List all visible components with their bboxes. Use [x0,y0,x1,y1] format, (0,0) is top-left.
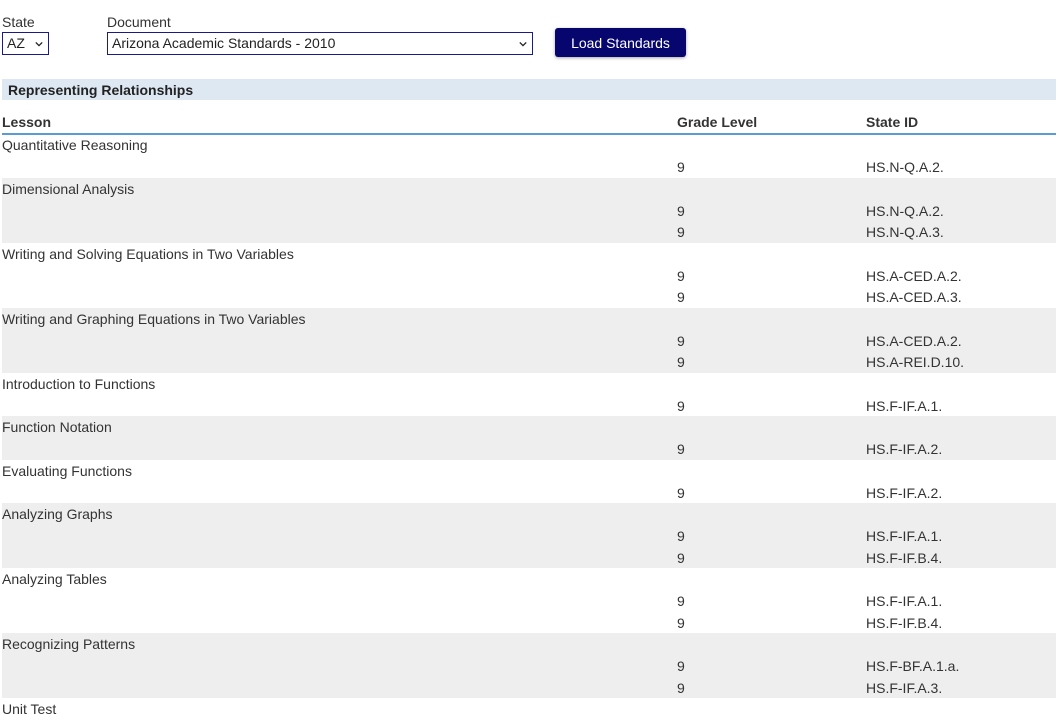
table-header: Lesson Grade Level State ID [2,112,1056,135]
column-header-state-id: State ID [866,114,919,130]
standard-row: 9 HS.F-IF.B.4. [2,612,1056,634]
lesson-group: Function Notation 9 HS.F-IF.A.2. [2,416,1056,460]
standard-row: 9 HS.F-IF.A.2. [2,482,1056,504]
standard-row: 9 HS.F-IF.A.1. [2,395,1056,417]
lesson-group: Writing and Graphing Equations in Two Va… [2,307,1056,373]
grade-level-cell: 9 [677,159,685,175]
state-id-cell: HS.F-IF.A.2. [866,441,943,457]
state-id-cell: HS.A-CED.A.2. [866,267,962,284]
lesson-title: Quantitative Reasoning [2,137,148,153]
document-select-value: Arizona Academic Standards - 2010 [112,35,336,51]
column-header-lesson: Lesson [2,114,52,130]
document-label: Document [107,14,171,30]
grade-level-cell: 9 [677,658,685,674]
state-id-cell: HS.A-CED.A.3. [866,289,962,305]
grade-level-cell: 9 [677,549,685,566]
lesson-title: Function Notation [2,419,112,435]
column-header-grade-level: Grade Level [677,114,758,130]
document-select[interactable]: Arizona Academic Standards - 2010 [107,32,533,55]
grade-level-cell: 9 [677,679,685,696]
lesson-group: Analyzing Graphs 9 HS.F-IF.A.1. 9 HS.F-IF.B.… [2,503,1056,568]
state-id-cell: HS.F-BF.A.1.a. [866,658,960,674]
state-label: State [2,14,35,30]
state-id-cell: HS.N-Q.A.3. [866,224,944,240]
lesson-group: Evaluating Functions 9 HS.F-IF.A.2. [2,460,1056,504]
state-id-cell: HS.N-Q.A.2. [866,202,944,219]
standard-row: 9 HS.A-CED.A.3. [2,286,1056,308]
chevron-down-icon [35,41,43,47]
grade-level-cell: 9 [677,202,685,219]
state-id-cell: HS.F-IF.B.4. [866,549,943,566]
standard-row: 9 HS.F-IF.A.2. [2,438,1056,460]
lesson-title: Evaluating Functions [2,462,132,479]
lesson-title: Dimensional Analysis [2,180,135,197]
load-standards-button[interactable]: Load Standards [555,28,686,57]
chevron-down-icon [519,41,527,47]
grade-level-cell: 9 [677,289,685,305]
lesson-group: Dimensional Analysis 9 HS.N-Q.A.2. 9 HS.N-Q.… [2,177,1056,243]
grade-level-cell: 9 [677,614,685,631]
state-select-value: AZ [7,35,25,51]
standard-row: 9 HS.N-Q.A.2. [2,200,1056,222]
state-id-cell: HS.F-IF.A.1. [866,528,943,544]
grade-level-cell: 9 [677,354,685,370]
lesson-group: Introduction to Functions 9 HS.F-IF.A.1. [2,373,1056,417]
state-id-cell: HS.F-IF.A.2. [866,484,943,501]
standard-row: 9 HS.F-IF.A.1. [2,525,1056,547]
grade-level-cell: 9 [677,267,685,284]
lesson-title: Writing and Graphing Equations in Two Va… [2,310,306,327]
standard-row: 9 HS.N-Q.A.2. [2,156,1056,178]
state-select[interactable]: AZ [2,32,49,55]
state-id-cell: HS.A-REI.D.10. [866,354,965,370]
lesson-title: Writing and Solving Equations in Two Var… [2,245,294,262]
standard-row: 9 HS.A-CED.A.2. [2,265,1056,287]
lesson-title: Recognizing Patterns [2,636,136,652]
grade-level-cell: 9 [677,332,685,349]
lesson-group: Unit Test [2,698,1056,720]
standard-row: 9 HS.F-IF.A.1. [2,590,1056,612]
grade-level-cell: 9 [677,441,685,457]
standard-row: 9 HS.A-CED.A.2. [2,330,1056,352]
state-id-cell: HS.A-CED.A.2. [866,332,962,349]
lesson-title: Unit Test [2,701,57,717]
lesson-title: Analyzing Tables [2,571,107,587]
grade-level-cell: 9 [677,484,685,501]
grade-level-cell: 9 [677,528,685,544]
state-id-cell: HS.F-IF.A.1. [866,593,943,609]
lesson-group: Quantitative Reasoning 9 HS.N-Q.A.2. [2,134,1056,178]
standards-filter-bar: State AZ Document Arizona Academic Stand… [0,0,1060,70]
grade-level-cell: 9 [677,593,685,609]
lesson-group: Analyzing Tables 9 HS.F-IF.A.1. 9 HS.F-IF.B.… [2,568,1056,633]
standard-row: 9 HS.A-REI.D.10. [2,351,1056,373]
state-id-cell: HS.F-IF.B.4. [866,614,943,631]
standard-row: 9 HS.F-IF.A.3. [2,677,1056,699]
state-id-cell: HS.F-IF.A.3. [866,679,943,696]
section-title: Representing Relationships [2,79,1056,100]
standard-row: 9 HS.N-Q.A.3. [2,221,1056,243]
state-id-cell: HS.F-IF.A.1. [866,397,943,414]
lesson-group: Writing and Solving Equations in Two Var… [2,243,1056,308]
standard-row: 9 HS.F-BF.A.1.a. [2,655,1056,677]
lesson-title: Introduction to Functions [2,375,156,392]
lesson-group: Recognizing Patterns 9 HS.F-BF.A.1.a. 9 HS.F… [2,633,1056,698]
standard-row: 9 HS.F-IF.B.4. [2,547,1056,569]
lesson-title: Analyzing Graphs [2,506,113,522]
grade-level-cell: 9 [677,224,685,240]
lessons-table: Quantitative Reasoning 9 HS.N-Q.A.2. Dimens… [2,134,1056,720]
grade-level-cell: 9 [677,397,685,414]
state-id-cell: HS.N-Q.A.2. [866,159,944,175]
